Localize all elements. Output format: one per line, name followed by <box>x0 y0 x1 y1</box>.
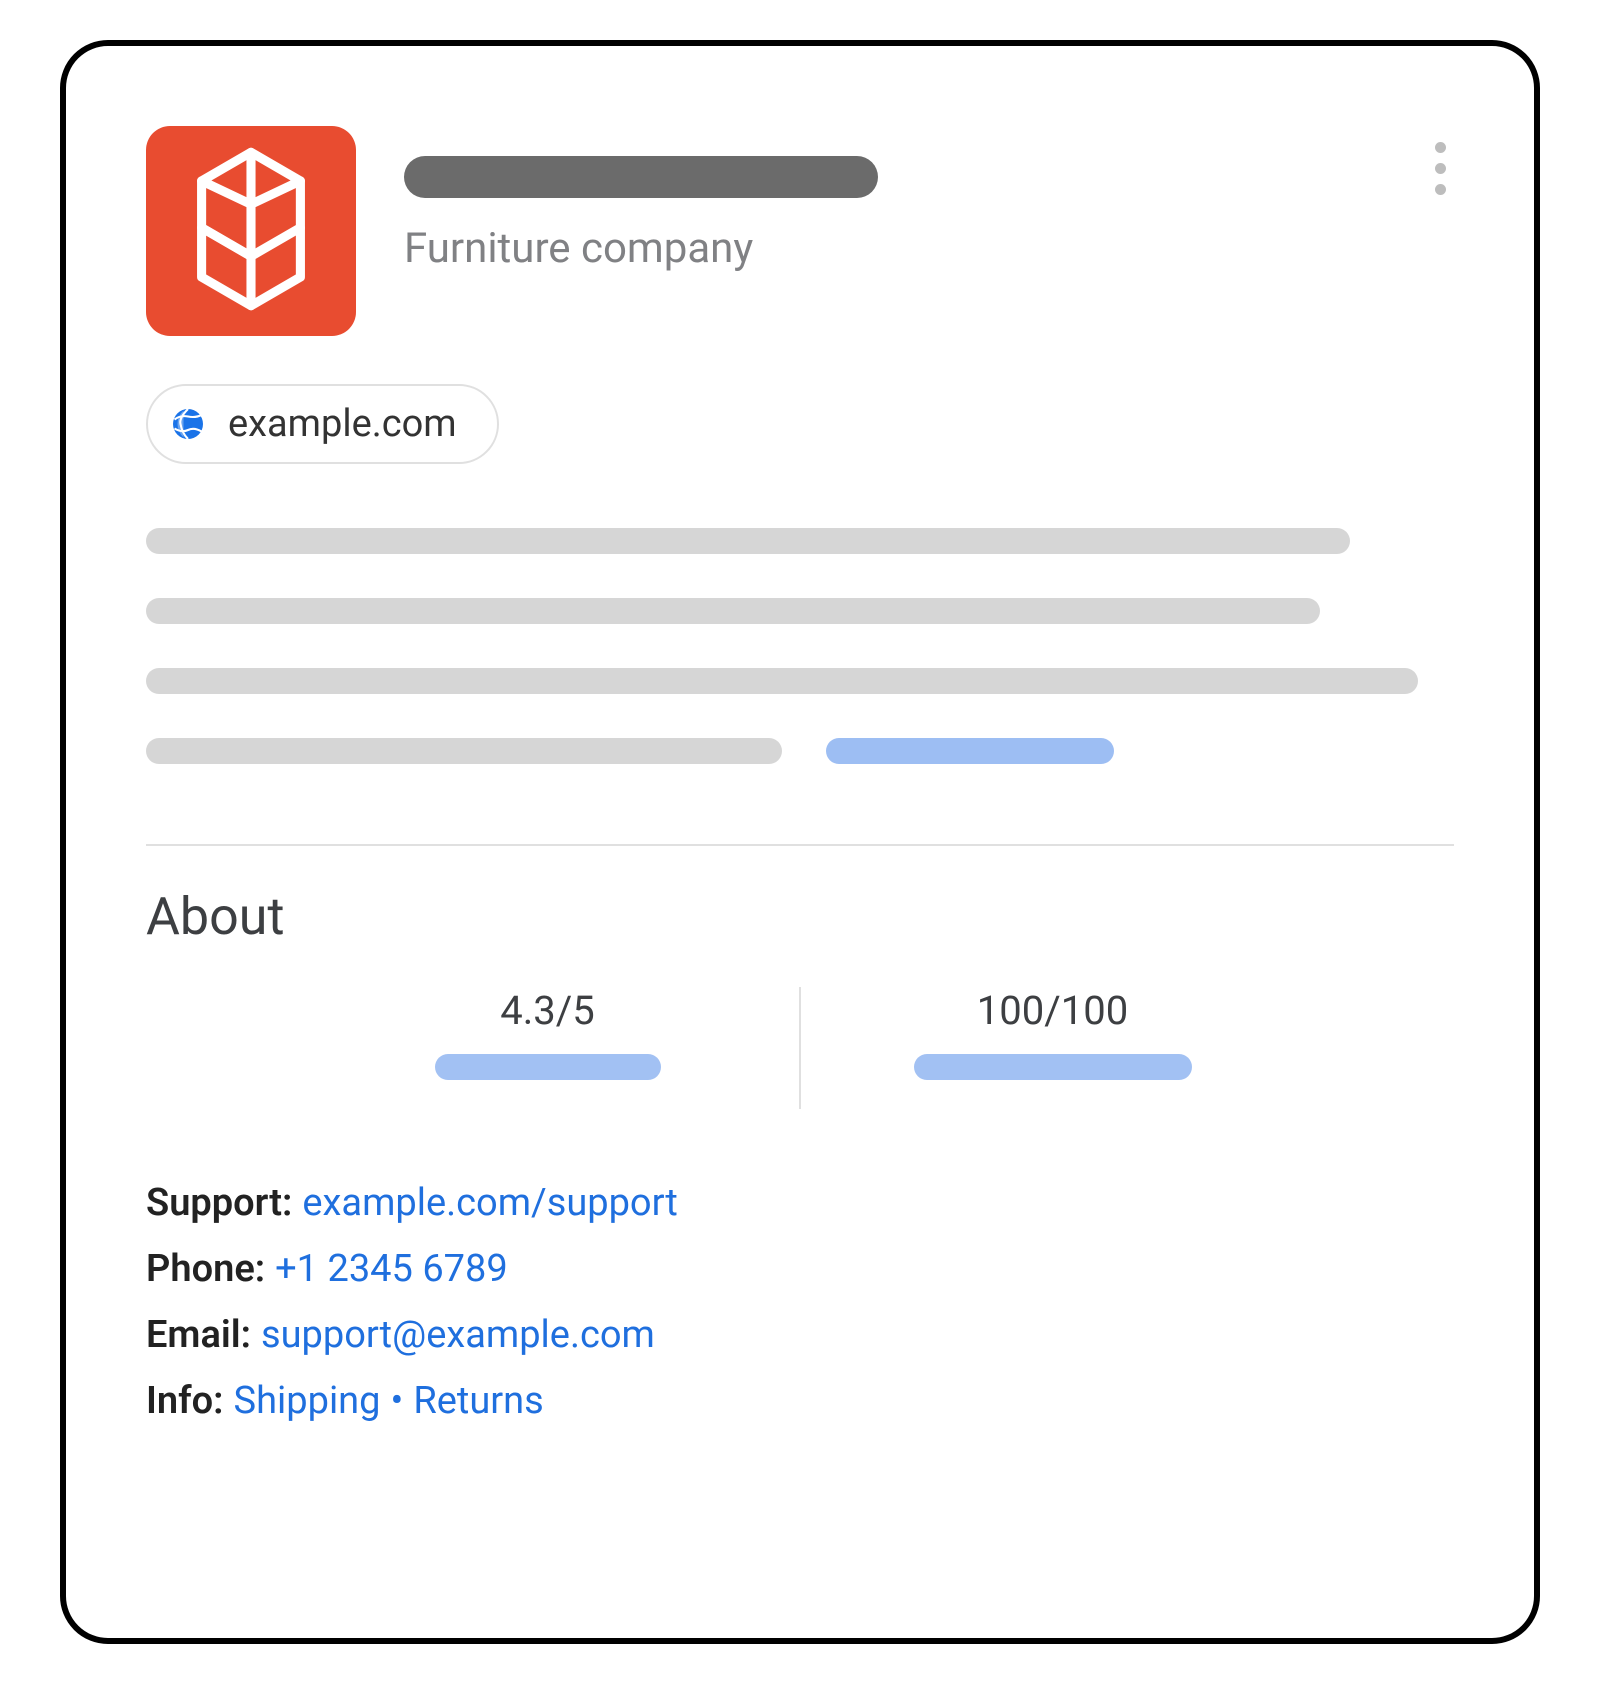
support-link[interactable]: example.com/support <box>302 1181 677 1225</box>
phone-label: Phone: <box>146 1247 265 1291</box>
support-label: Support: <box>146 1181 292 1225</box>
dot-icon <box>1435 184 1446 195</box>
support-line: Support: example.com/support <box>146 1181 1454 1225</box>
email-label: Email: <box>146 1313 251 1357</box>
email-link[interactable]: support@example.com <box>261 1313 655 1357</box>
contact-info-block: Support: example.com/support Phone: +1 2… <box>146 1181 1454 1423</box>
dot-icon <box>1435 163 1446 174</box>
phone-line: Phone: +1 2345 6789 <box>146 1247 1454 1291</box>
more-options-button[interactable] <box>1426 142 1454 195</box>
chair-icon <box>186 144 316 318</box>
shipping-link[interactable]: Shipping <box>234 1379 381 1423</box>
rating-value: 4.3/5 <box>500 987 595 1034</box>
title-column: Furniture company <box>404 126 878 273</box>
rating-score: 4.3/5 <box>326 987 769 1109</box>
website-chip[interactable]: example.com <box>146 384 499 464</box>
text-placeholder <box>146 598 1320 624</box>
website-chip-label: example.com <box>228 402 457 446</box>
company-logo <box>146 126 356 336</box>
scores-row: 4.3/5 100/100 <box>326 987 1274 1109</box>
text-placeholder <box>146 738 782 764</box>
text-placeholder <box>146 528 1350 554</box>
text-placeholder <box>146 668 1418 694</box>
trust-value: 100/100 <box>977 987 1128 1034</box>
header: Furniture company <box>146 126 1454 336</box>
rating-label-placeholder <box>435 1054 661 1080</box>
company-category: Furniture company <box>404 224 878 273</box>
dot-icon <box>1435 142 1446 153</box>
phone-link[interactable]: +1 2345 6789 <box>275 1247 508 1291</box>
info-line: Info: Shipping • Returns <box>146 1379 1454 1423</box>
email-line: Email: support@example.com <box>146 1313 1454 1357</box>
knowledge-panel-card: Furniture company example.com About <box>60 40 1540 1644</box>
company-name-placeholder <box>404 156 878 198</box>
about-heading: About <box>146 886 1454 947</box>
section-divider <box>146 844 1454 846</box>
link-placeholder[interactable] <box>826 738 1114 764</box>
returns-link[interactable]: Returns <box>413 1379 543 1423</box>
bullet-separator: • <box>391 1379 404 1423</box>
info-label: Info: <box>146 1379 224 1423</box>
trust-score: 100/100 <box>831 987 1274 1109</box>
score-separator <box>799 987 801 1109</box>
trust-label-placeholder <box>914 1054 1192 1080</box>
description-placeholder-block <box>146 528 1454 764</box>
globe-icon <box>170 406 206 442</box>
